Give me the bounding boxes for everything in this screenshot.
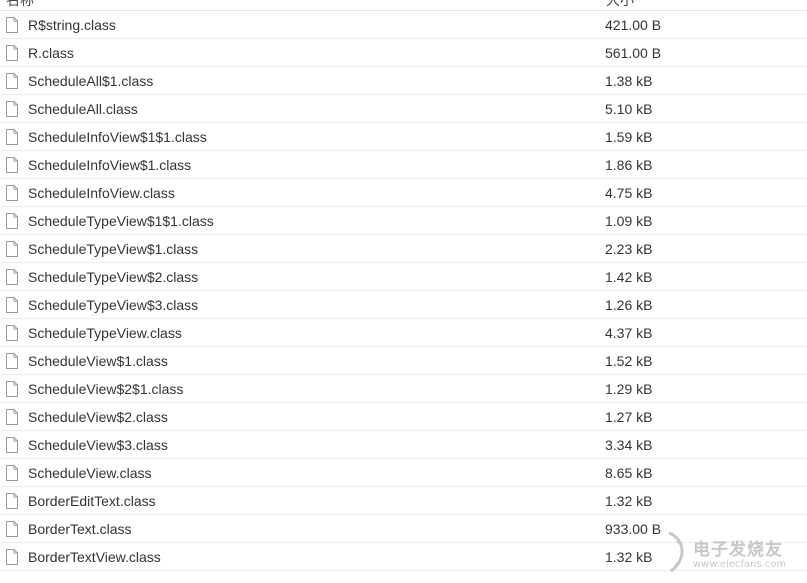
file-row[interactable]: R.class 561.00 B <box>0 39 807 67</box>
file-row[interactable]: BorderEditText.class 1.32 kB <box>0 487 807 515</box>
file-name-link[interactable]: ScheduleTypeView$3.class <box>28 297 198 313</box>
file-icon <box>6 241 18 257</box>
file-name-link[interactable]: R$string.class <box>28 17 116 33</box>
file-size: 1.38 kB <box>605 73 653 89</box>
file-row[interactable]: ScheduleTypeView.class 4.37 kB <box>0 319 807 347</box>
file-name-link[interactable]: ScheduleTypeView$2.class <box>28 269 198 285</box>
file-name-link[interactable]: ScheduleInfoView.class <box>28 185 175 201</box>
file-size: 1.26 kB <box>605 297 653 313</box>
file-row[interactable]: ScheduleView$2.class 1.27 kB <box>0 403 807 431</box>
file-row[interactable]: ScheduleTypeView$2.class 1.42 kB <box>0 263 807 291</box>
file-name-link[interactable]: ScheduleTypeView.class <box>28 325 182 341</box>
watermark-logo: 电子发烧友 www.elecfans.com <box>663 529 793 579</box>
file-list: 名称 大小 R$string.class 421.00 B R.class 561.0… <box>0 0 807 571</box>
file-name-link[interactable]: BorderTextView.class <box>28 549 161 565</box>
file-name-link[interactable]: R.class <box>28 45 74 61</box>
file-name-link[interactable]: ScheduleView$3.class <box>28 437 168 453</box>
file-row[interactable]: ScheduleView$1.class 1.52 kB <box>0 347 807 375</box>
file-name-link[interactable]: ScheduleInfoView$1.class <box>28 157 191 173</box>
file-size: 1.86 kB <box>605 157 653 173</box>
file-icon <box>6 185 18 201</box>
file-icon <box>6 549 18 565</box>
file-icon <box>6 381 18 397</box>
file-name-link[interactable]: BorderText.class <box>28 521 131 537</box>
file-name-link[interactable]: ScheduleView.class <box>28 465 151 481</box>
file-name-link[interactable]: ScheduleView$2$1.class <box>28 381 183 397</box>
name-column-header[interactable]: 名称 <box>6 0 34 10</box>
file-icon <box>6 101 18 117</box>
size-column-header[interactable]: 大小 <box>606 0 634 10</box>
file-row[interactable]: ScheduleInfoView$1$1.class 1.59 kB <box>0 123 807 151</box>
file-icon <box>6 269 18 285</box>
file-icon <box>6 73 18 89</box>
file-icon <box>6 353 18 369</box>
file-size: 2.23 kB <box>605 241 653 257</box>
file-name-link[interactable]: ScheduleInfoView$1$1.class <box>28 129 207 145</box>
file-size: 4.75 kB <box>605 185 653 201</box>
file-icon <box>6 129 18 145</box>
file-rows: R$string.class 421.00 B R.class 561.00 B Sch… <box>0 11 807 571</box>
file-icon <box>6 409 18 425</box>
file-row[interactable]: ScheduleAll.class 5.10 kB <box>0 95 807 123</box>
file-size: 1.09 kB <box>605 213 653 229</box>
file-icon <box>6 465 18 481</box>
file-row[interactable]: ScheduleTypeView$3.class 1.26 kB <box>0 291 807 319</box>
file-size: 4.37 kB <box>605 325 653 341</box>
file-row[interactable]: R$string.class 421.00 B <box>0 11 807 39</box>
file-name-link[interactable]: ScheduleView$2.class <box>28 409 168 425</box>
file-size: 1.32 kB <box>605 493 653 509</box>
file-size: 1.42 kB <box>605 269 653 285</box>
file-row[interactable]: ScheduleView$2$1.class 1.29 kB <box>0 375 807 403</box>
file-icon <box>6 45 18 61</box>
file-size: 1.27 kB <box>605 409 653 425</box>
file-size: 1.52 kB <box>605 353 653 369</box>
file-row[interactable]: ScheduleView$3.class 3.34 kB <box>0 431 807 459</box>
watermark-emblem-icon <box>668 531 684 573</box>
watermark-text: 电子发烧友 <box>693 540 783 560</box>
file-name-link[interactable]: ScheduleTypeView$1$1.class <box>28 213 214 229</box>
file-size: 3.34 kB <box>605 437 653 453</box>
file-icon <box>6 437 18 453</box>
file-size: 421.00 B <box>605 17 662 33</box>
file-name-link[interactable]: ScheduleTypeView$1.class <box>28 241 198 257</box>
file-icon <box>6 521 18 537</box>
file-row[interactable]: ScheduleView.class 8.65 kB <box>0 459 807 487</box>
file-size: 5.10 kB <box>605 101 653 117</box>
file-icon <box>6 17 18 33</box>
file-size: 561.00 B <box>605 45 662 61</box>
file-list-header: 名称 大小 <box>0 0 807 11</box>
file-icon <box>6 297 18 313</box>
file-icon <box>6 157 18 173</box>
file-row[interactable]: ScheduleTypeView$1$1.class 1.09 kB <box>0 207 807 235</box>
file-size: 8.65 kB <box>605 465 653 481</box>
file-size: 1.32 kB <box>605 549 653 565</box>
file-name-link[interactable]: BorderEditText.class <box>28 493 156 509</box>
file-size: 933.00 B <box>605 521 662 537</box>
file-row[interactable]: ScheduleTypeView$1.class 2.23 kB <box>0 235 807 263</box>
file-size: 1.59 kB <box>605 129 653 145</box>
file-name-link[interactable]: ScheduleAll$1.class <box>28 73 153 89</box>
file-size: 1.29 kB <box>605 381 653 397</box>
file-icon <box>6 213 18 229</box>
file-name-link[interactable]: ScheduleView$1.class <box>28 353 168 369</box>
file-row[interactable]: ScheduleInfoView$1.class 1.86 kB <box>0 151 807 179</box>
watermark-url: www.elecfans.com <box>693 559 787 570</box>
file-row[interactable]: ScheduleInfoView.class 4.75 kB <box>0 179 807 207</box>
file-row[interactable]: ScheduleAll$1.class 1.38 kB <box>0 67 807 95</box>
file-icon <box>6 493 18 509</box>
file-name-link[interactable]: ScheduleAll.class <box>28 101 138 117</box>
file-icon <box>6 325 18 341</box>
